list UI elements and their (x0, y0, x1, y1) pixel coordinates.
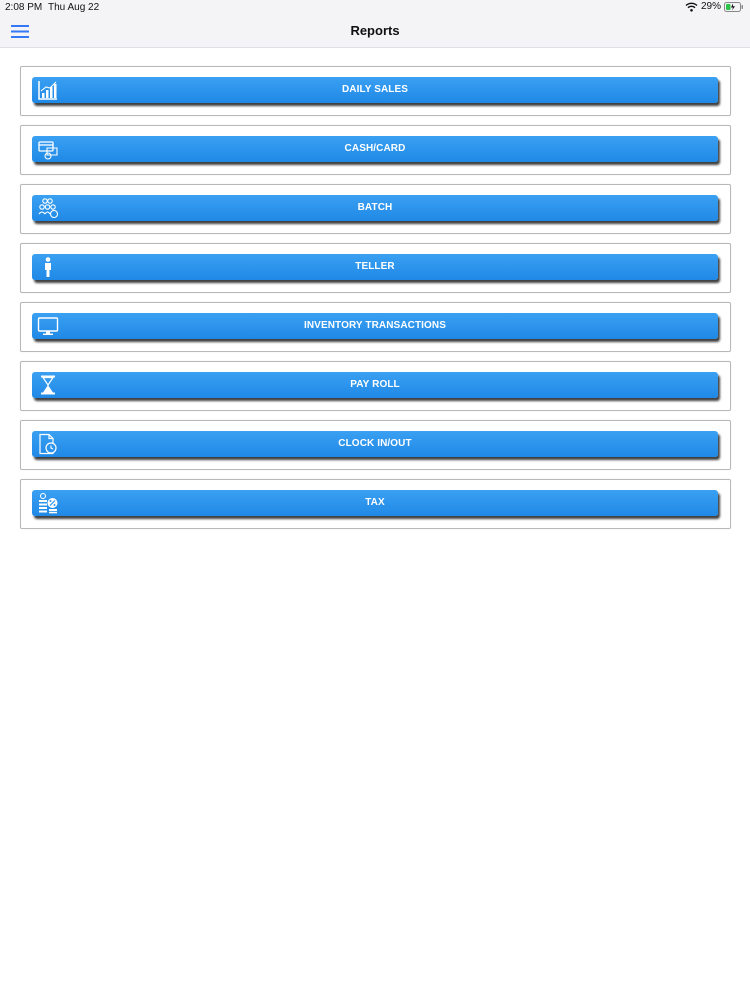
inventory-transactions-button[interactable]: INVENTORY TRANSACTIONS (32, 313, 718, 339)
report-card-pay-roll: PAY ROLL (20, 361, 731, 411)
batch-button[interactable]: BATCH (32, 195, 718, 221)
page-title: Reports (350, 23, 400, 38)
report-card-cash-card: CASH/CARD (20, 125, 731, 175)
status-time: 2:08 PM (5, 2, 43, 13)
pay-roll-button[interactable]: PAY ROLL (32, 372, 718, 398)
tax-label: TAX (365, 497, 385, 508)
report-card-teller: TELLER (20, 243, 731, 293)
inventory-transactions-label: INVENTORY TRANSACTIONS (303, 320, 447, 331)
teller-label: TELLER (355, 261, 395, 272)
wifi-icon (685, 2, 698, 12)
report-card-inventory-transactions: INVENTORY TRANSACTIONS (20, 302, 731, 352)
nav-bar: Reports (0, 16, 750, 48)
clock-in-out-label: CLOCK IN/OUT (338, 438, 412, 449)
daily-sales-button[interactable]: DAILY SALES (32, 77, 718, 103)
teller-button[interactable]: TELLER (32, 254, 718, 280)
report-card-batch: BATCH (20, 184, 731, 234)
cash-card-button[interactable]: CASH/CARD (32, 136, 718, 162)
clock-in-out-button[interactable]: CLOCK IN/OUT (32, 431, 718, 457)
report-card-tax: TAX (20, 479, 731, 529)
pay-roll-label: PAY ROLL (350, 379, 400, 390)
report-card-daily-sales: DAILY SALES (20, 66, 731, 116)
report-card-clock-in-out: CLOCK IN/OUT (20, 420, 731, 470)
status-indicators: 29% (685, 1, 744, 12)
report-list: DAILY SALES CASH/CARD BATCH TELLER INVEN… (20, 66, 731, 538)
daily-sales-label: DAILY SALES (341, 84, 409, 95)
status-bar: 2:08 PM Thu Aug 22 29% (0, 0, 750, 16)
status-date: Thu Aug 22 (48, 2, 100, 13)
battery-charging-icon (724, 1, 744, 12)
batch-label: BATCH (357, 202, 393, 213)
tax-button[interactable]: TAX (32, 490, 718, 516)
cash-card-label: CASH/CARD (344, 143, 406, 154)
battery-percent: 29% (700, 1, 721, 12)
